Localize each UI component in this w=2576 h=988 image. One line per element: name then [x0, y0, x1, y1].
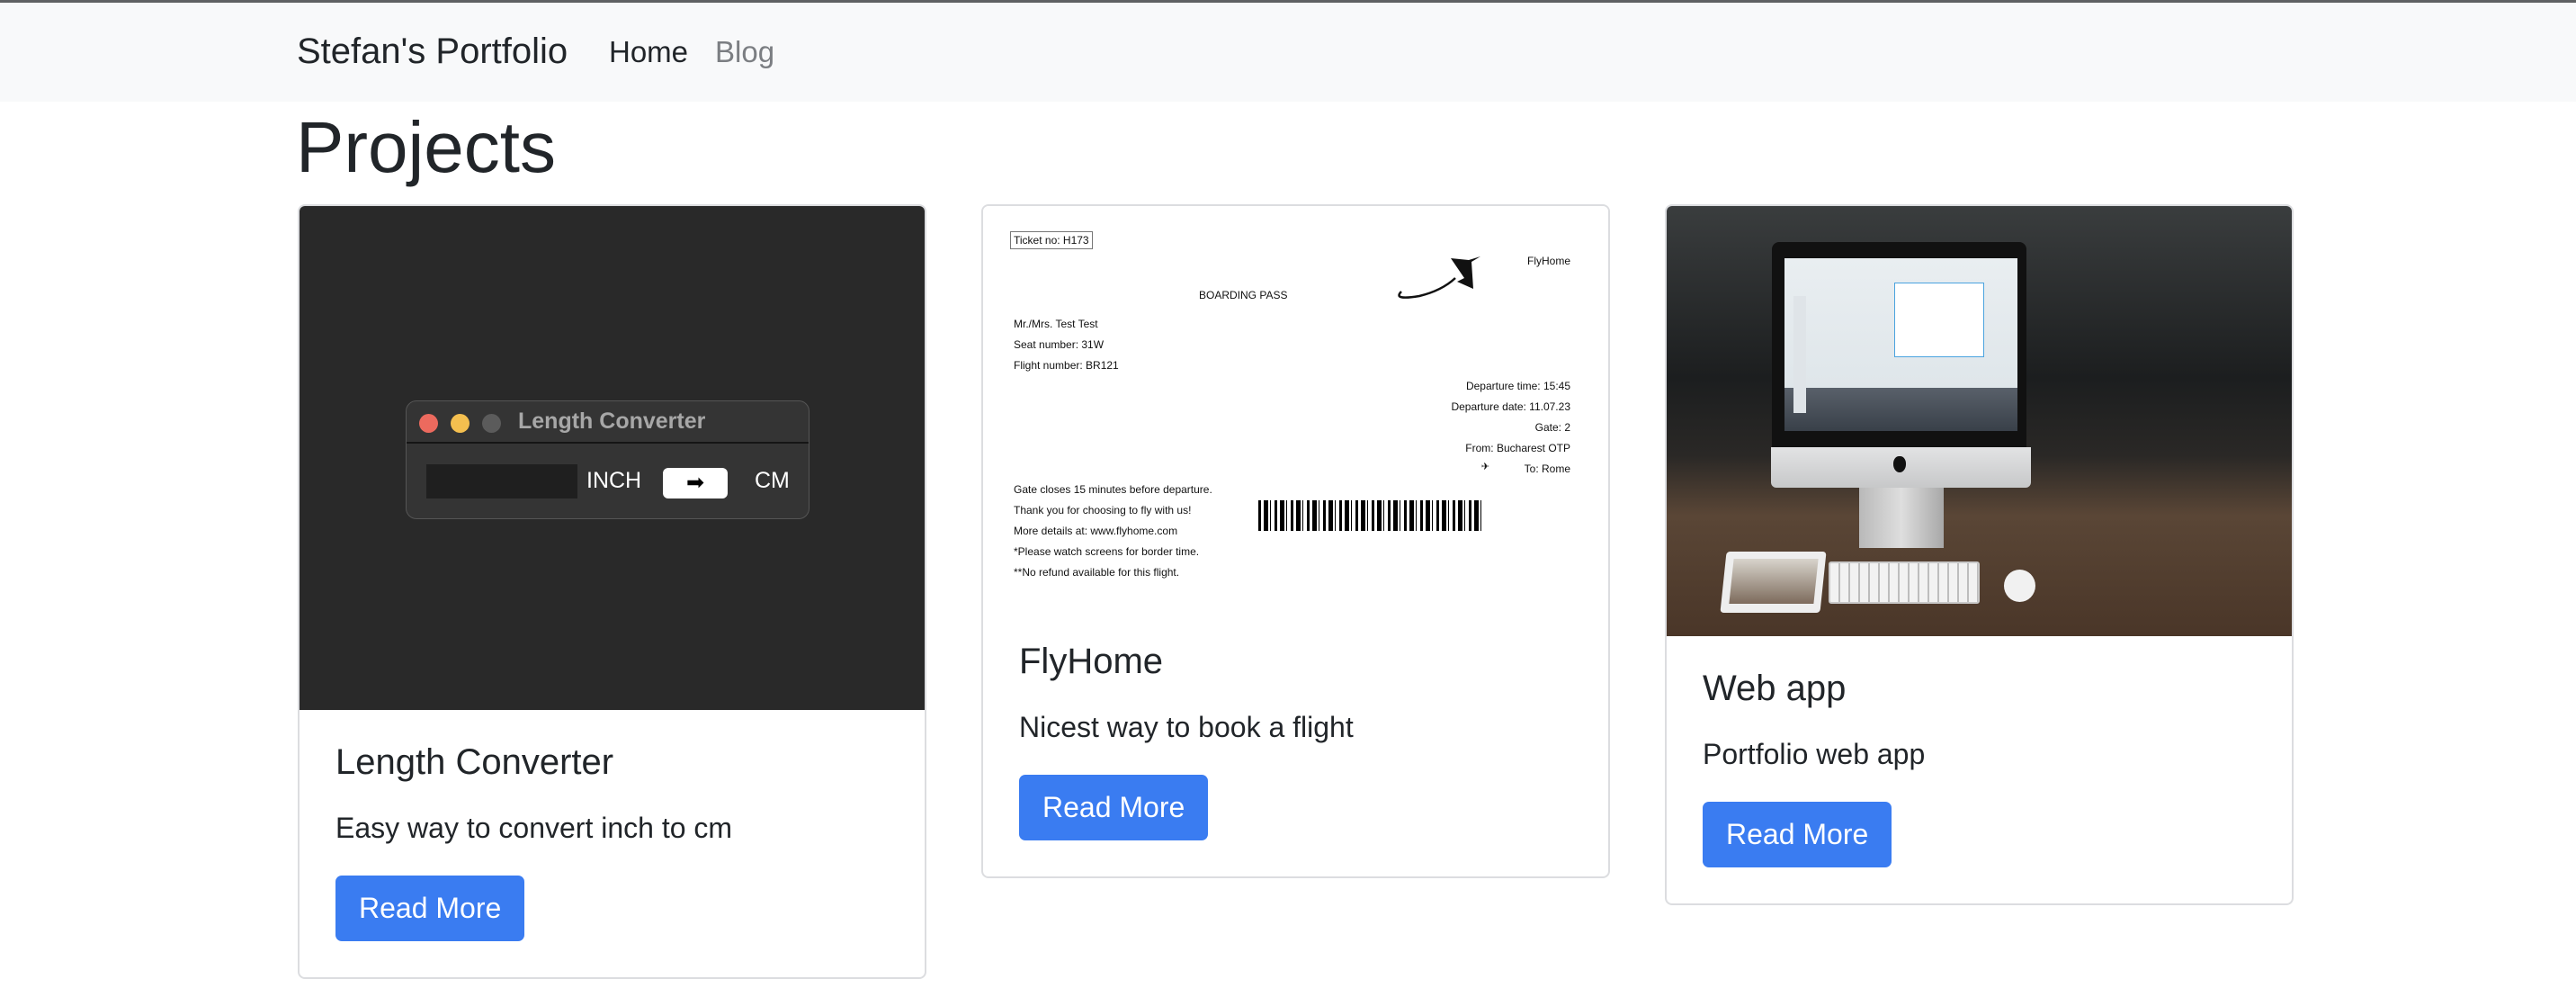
note: **No refund available for this flight. [1014, 566, 1180, 579]
nav-link-home[interactable]: Home [609, 35, 688, 69]
from-unit-label: INCH [586, 468, 642, 493]
gate: Gate: 2 [1534, 421, 1570, 434]
to-unit-label: CM [755, 468, 790, 493]
note: Thank you for choosing to fly with us! [1014, 504, 1192, 516]
ticket-number: Ticket no: H173 [1010, 231, 1093, 249]
flight-number: Flight number: BR121 [1014, 359, 1119, 372]
apple-logo-icon [1893, 456, 1906, 472]
keyboard [1829, 561, 1980, 604]
card-title: FlyHome [1019, 642, 1164, 681]
window-title: Length Converter [518, 409, 706, 434]
zoom-dot-icon [482, 414, 501, 433]
nav-link-blog[interactable]: Blog [715, 35, 774, 69]
card-description: Portfolio web app [1703, 738, 1926, 770]
airline-name: FlyHome [1526, 255, 1570, 267]
passenger-name: Mr./Mrs. Test Test [1014, 318, 1098, 330]
airplane-logo-icon [1398, 256, 1480, 299]
barcode-image [1258, 500, 1485, 531]
note: More details at: www.flyhome.com [1014, 525, 1178, 537]
read-more-button[interactable]: Read More [1019, 775, 1209, 840]
project-card-flyhome: Ticket no: H173 FlyHome BOARDING PASS Mr… [981, 204, 1610, 878]
seat-number: Seat number: 31W [1014, 338, 1105, 351]
length-converter-preview: Length Converter INCH ➡ CM [300, 206, 925, 710]
mouse [2004, 570, 2035, 602]
card-title: Length Converter [335, 742, 614, 782]
project-card-web-app: Web app Portfolio web app Read More [1665, 204, 2294, 905]
card-title: Web app [1703, 669, 1847, 708]
project-card-length-converter: Length Converter INCH ➡ CM Length Conver… [298, 204, 926, 979]
small-plane-icon: ✈ [1480, 462, 1489, 472]
window-titlebar: Length Converter [407, 401, 809, 444]
destination: To: Rome [1524, 463, 1570, 475]
departure-date: Departure date: 11.07.23 [1451, 400, 1570, 413]
boarding-pass-preview: Ticket no: H173 FlyHome BOARDING PASS Mr… [983, 206, 1608, 609]
read-more-button[interactable]: Read More [1703, 802, 1892, 867]
page-title: Projects [296, 107, 556, 187]
arrow-right-icon: ➡ [663, 468, 728, 498]
close-dot-icon [419, 414, 438, 433]
imac-stand [1859, 488, 1944, 548]
boarding-pass-heading: BOARDING PASS [1199, 289, 1288, 301]
screen-modal [1894, 283, 1984, 357]
card-description: Nicest way to book a flight [1019, 711, 1354, 743]
minimize-dot-icon [451, 414, 470, 433]
navbar-brand[interactable]: Stefan's Portfolio [297, 31, 568, 72]
converter-window: Length Converter INCH ➡ CM [406, 400, 809, 519]
note: Gate closes 15 minutes before departure. [1014, 483, 1212, 496]
inch-input [426, 464, 577, 498]
tablet-screen [1729, 559, 1819, 604]
note: *Please watch screens for border time. [1014, 545, 1200, 558]
imac-desk-photo [1667, 206, 2292, 636]
read-more-button[interactable]: Read More [335, 876, 525, 941]
screen-sidebar [1793, 296, 1806, 413]
card-description: Easy way to convert inch to cm [335, 812, 733, 844]
from-airport: From: Bucharest OTP [1465, 442, 1570, 454]
departure-time: Departure time: 15:45 [1465, 380, 1570, 392]
navbar: Stefan's Portfolio Home Blog [0, 3, 2576, 102]
